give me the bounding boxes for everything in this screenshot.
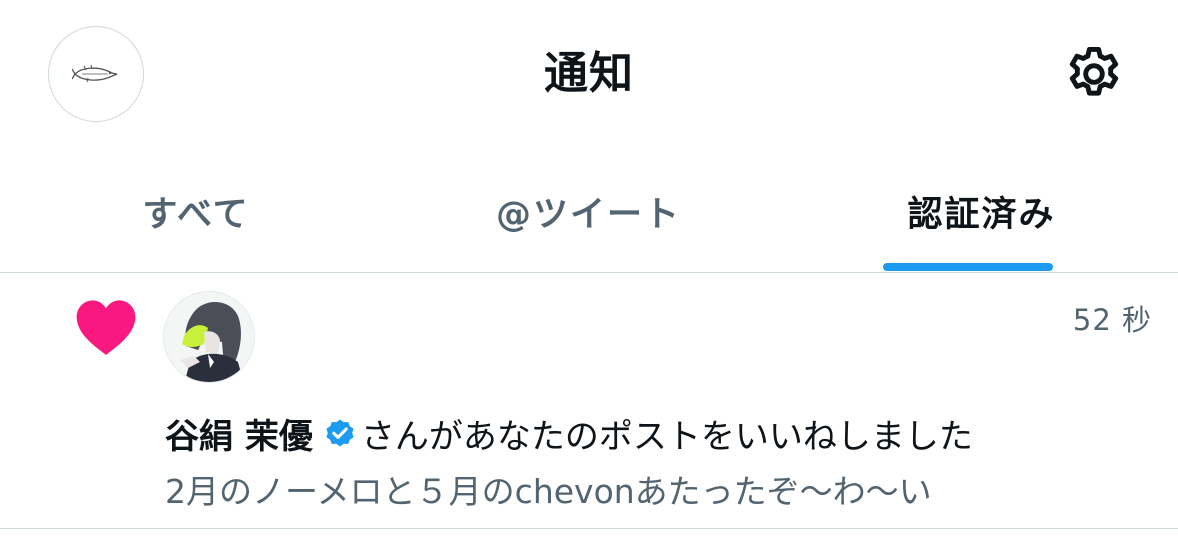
tab-all-label: すべて (142, 194, 250, 235)
notification-text: 谷絹 茉優 さんがあなたのポストをいいねしました (165, 409, 973, 458)
action-text: さんがあなたのポストをいいねしました (360, 416, 973, 457)
header: 通知 (0, 0, 1178, 150)
verified-badge-icon (326, 419, 354, 447)
gear-icon (1069, 47, 1119, 96)
tab-mentions-label: @ツイート (495, 194, 681, 235)
notification-item[interactable]: 52 秒 谷絹 茉優 さんがあなたのポストをいいねしました 2月のノーメロと５月… (0, 273, 1178, 529)
tab-all[interactable]: すべて (0, 150, 392, 272)
tab-mentions[interactable]: @ツイート (392, 150, 785, 272)
user-name[interactable]: 谷絹 茉優 (165, 409, 313, 458)
heart-icon (76, 300, 136, 355)
active-tab-indicator (883, 263, 1053, 271)
page-title: 通知 (544, 48, 634, 99)
avatar-illustration (164, 292, 254, 382)
notifications-screen: 通知 すべて @ツイート 認証済み 52 秒 谷絹 茉優 さんがあなたのポストを… (0, 0, 1178, 549)
tab-verified-label: 認証済み (907, 194, 1056, 235)
tab-verified[interactable]: 認証済み (785, 150, 1178, 272)
user-avatar[interactable] (163, 291, 255, 383)
post-preview-text[interactable]: 2月のノーメロと５月のchevonあたったぞ〜わ〜い (165, 467, 932, 511)
timestamp: 52 秒 (1072, 303, 1152, 337)
tab-bar: すべて @ツイート 認証済み (0, 150, 1178, 273)
settings-button[interactable] (1060, 40, 1128, 108)
